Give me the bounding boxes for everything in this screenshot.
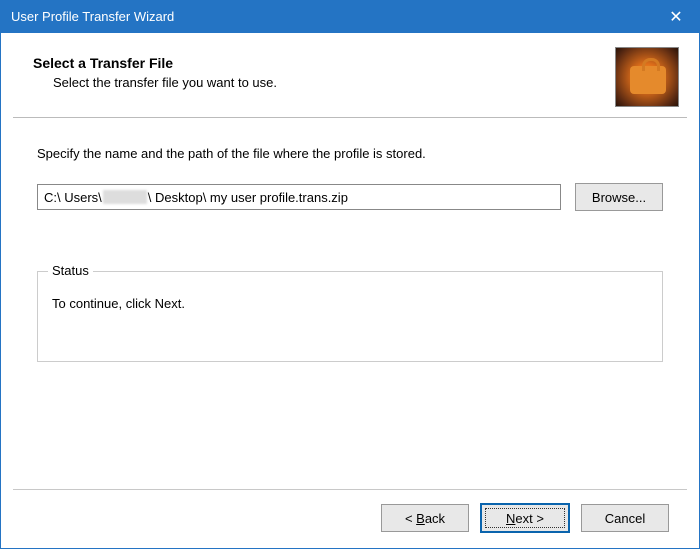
titlebar[interactable]: User Profile Transfer Wizard ✕	[1, 1, 699, 33]
browse-button[interactable]: Browse...	[575, 183, 663, 211]
wizard-header: Select a Transfer File Select the transf…	[13, 33, 687, 118]
window-title: User Profile Transfer Wizard	[11, 1, 174, 33]
wizard-footer: < Back Next > Cancel	[13, 489, 687, 548]
suitcase-icon	[615, 47, 679, 107]
status-text: To continue, click Next.	[52, 296, 648, 311]
file-path-input[interactable]: C:\ Users\ \ Desktop\ my user profile.tr…	[37, 184, 561, 210]
wizard-window: User Profile Transfer Wizard ✕ Select a …	[0, 0, 700, 549]
back-button[interactable]: < Back	[381, 504, 469, 532]
next-mnemonic: N	[506, 511, 515, 526]
status-group: Status To continue, click Next.	[37, 271, 663, 362]
wizard-header-text: Select a Transfer File Select the transf…	[33, 47, 277, 107]
back-mnemonic: B	[416, 511, 425, 526]
status-legend: Status	[48, 263, 93, 278]
content-area: Select a Transfer File Select the transf…	[1, 33, 699, 548]
close-icon: ✕	[669, 7, 682, 27]
cancel-button[interactable]: Cancel	[581, 504, 669, 532]
next-suffix: ext >	[515, 511, 544, 526]
back-suffix: ack	[425, 511, 445, 526]
close-button[interactable]: ✕	[653, 1, 699, 33]
next-button[interactable]: Next >	[481, 504, 569, 532]
path-suffix: \ Desktop\ my user profile.trans.zip	[148, 190, 348, 205]
back-prefix: <	[405, 511, 416, 526]
wizard-body: Specify the name and the path of the fil…	[13, 118, 687, 489]
wizard-step-title: Select a Transfer File	[33, 55, 277, 71]
wizard-step-subtitle: Select the transfer file you want to use…	[33, 75, 277, 90]
file-path-row: C:\ Users\ \ Desktop\ my user profile.tr…	[37, 183, 663, 211]
redacted-username	[103, 190, 147, 204]
instruction-label: Specify the name and the path of the fil…	[37, 146, 663, 161]
path-prefix: C:\ Users\	[44, 190, 102, 205]
